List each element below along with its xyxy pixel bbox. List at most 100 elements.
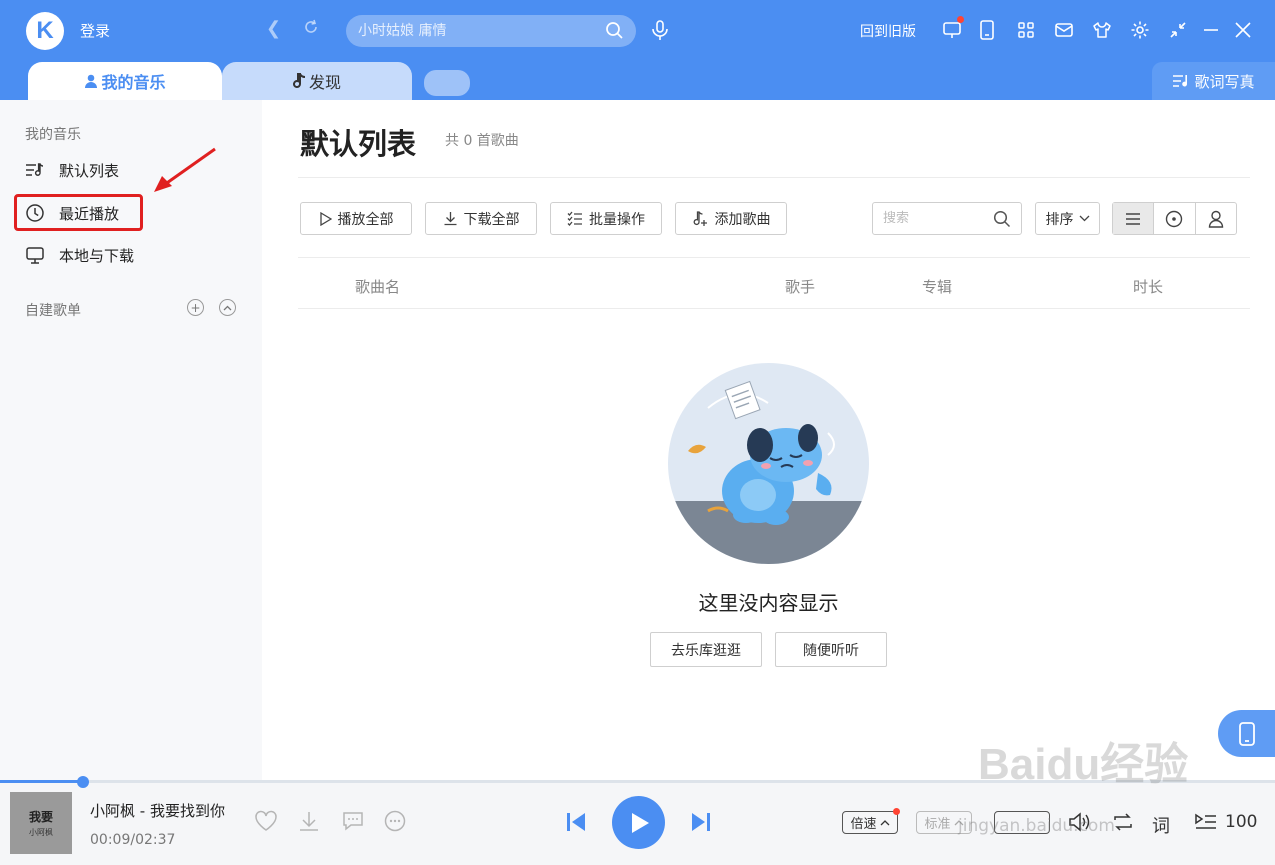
progress-fill xyxy=(0,780,83,783)
tab-discover[interactable]: 发现 xyxy=(222,62,412,100)
heart-icon[interactable] xyxy=(254,810,278,836)
watermark-url: jingyan.baidu.com xyxy=(958,816,1115,836)
phone-sync-button[interactable] xyxy=(1218,710,1275,757)
search-icon[interactable] xyxy=(605,21,624,44)
minimize-icon[interactable] xyxy=(1200,19,1222,41)
column-duration: 时长 xyxy=(1133,278,1164,296)
playback-speed-button[interactable]: 倍速 xyxy=(842,808,900,834)
settings-gear-icon[interactable] xyxy=(1129,19,1151,41)
tab-extra[interactable] xyxy=(424,70,470,96)
download-icon xyxy=(444,212,456,226)
empty-state-illustration xyxy=(668,363,869,564)
mic-icon[interactable] xyxy=(650,19,670,45)
sidebar-item-label: 默认列表 xyxy=(59,161,120,180)
list-search xyxy=(872,202,1022,235)
comment-icon[interactable] xyxy=(341,810,365,836)
download-all-label: 下载全部 xyxy=(463,211,520,228)
apps-grid-icon[interactable] xyxy=(1015,19,1037,41)
disc-icon xyxy=(1166,210,1183,227)
album-cover-artist: 小阿枫 xyxy=(29,828,53,837)
user-icon xyxy=(85,74,98,88)
column-album: 专辑 xyxy=(922,278,953,296)
add-song-button[interactable]: 添加歌曲 xyxy=(675,202,787,235)
playlist-queue-icon[interactable] xyxy=(1194,812,1218,836)
top-search xyxy=(346,15,636,47)
chevron-up-icon xyxy=(880,820,889,826)
column-artist: 歌手 xyxy=(785,278,816,296)
add-song-label: 添加歌曲 xyxy=(714,211,771,228)
close-icon[interactable] xyxy=(1232,19,1254,41)
annotation-highlight-box xyxy=(14,194,143,231)
sidebar-item-local-download[interactable]: 本地与下载 xyxy=(25,240,245,270)
lyrics-photo-label: 歌词写真 xyxy=(1194,72,1255,91)
batch-operation-label: 批量操作 xyxy=(589,211,645,228)
chevron-down-icon xyxy=(1079,215,1089,222)
app-logo[interactable]: K xyxy=(26,12,64,50)
play-button[interactable] xyxy=(612,796,665,849)
top-bar: K 登录 ❮ 回到旧版 我的音乐 xyxy=(0,0,1275,100)
random-listen-button[interactable]: 随便听听 xyxy=(775,632,887,667)
old-version-link[interactable]: 回到旧版 xyxy=(860,21,916,41)
phone-icon[interactable] xyxy=(976,19,998,41)
annotation-arrow-icon xyxy=(154,147,216,192)
list-icon xyxy=(1126,212,1141,225)
download-all-button[interactable]: 下载全部 xyxy=(425,202,537,235)
more-icon[interactable] xyxy=(384,810,406,836)
quality-label: 标准 xyxy=(924,817,951,832)
play-icon xyxy=(631,812,649,833)
playlist-icon xyxy=(26,163,44,176)
divider xyxy=(298,257,1250,258)
mini-mode-icon[interactable] xyxy=(1167,19,1189,41)
mail-icon[interactable] xyxy=(1053,19,1075,41)
top-search-input[interactable] xyxy=(358,15,598,47)
loop-mode-icon[interactable] xyxy=(1112,812,1134,836)
lyrics-toggle[interactable]: 词 xyxy=(1152,812,1170,838)
person-icon xyxy=(1208,210,1224,228)
skin-shirt-icon[interactable] xyxy=(1091,19,1113,41)
progress-handle[interactable] xyxy=(77,776,89,788)
album-cover-title: 我要 xyxy=(28,810,53,824)
lyrics-icon xyxy=(1173,75,1188,87)
sidebar: 我的音乐 默认列表 最近播放 本地与下载 自建歌单 + xyxy=(0,100,262,780)
previous-track-icon[interactable] xyxy=(565,811,587,837)
checklist-icon xyxy=(567,211,582,226)
tab-discover-label: 发现 xyxy=(308,73,341,92)
next-track-icon[interactable] xyxy=(690,811,712,837)
search-icon[interactable] xyxy=(993,210,1011,228)
sort-dropdown[interactable]: 排序 xyxy=(1035,202,1100,235)
collapse-icon[interactable] xyxy=(219,299,236,316)
music-note-icon xyxy=(293,73,306,88)
monitor-icon[interactable] xyxy=(941,16,964,41)
sort-label: 排序 xyxy=(1045,211,1074,228)
sidebar-item-label: 本地与下载 xyxy=(59,246,135,265)
watermark-logo: Baidu经验 xyxy=(978,740,1189,789)
list-search-input[interactable] xyxy=(883,203,993,234)
artist-view-button[interactable] xyxy=(1194,203,1236,234)
notification-dot xyxy=(957,16,964,23)
page-title: 默认列表 xyxy=(300,127,417,161)
lyrics-photo-button[interactable]: 歌词写真 xyxy=(1152,62,1275,100)
download-icon[interactable] xyxy=(298,810,320,836)
computer-icon xyxy=(26,247,44,264)
divider xyxy=(298,177,1250,178)
list-view-button[interactable] xyxy=(1113,203,1154,234)
sidebar-section-title: 我的音乐 xyxy=(25,127,81,143)
browse-library-button[interactable]: 去乐库逛逛 xyxy=(650,632,762,667)
album-view-button[interactable] xyxy=(1153,203,1194,234)
column-song-name: 歌曲名 xyxy=(355,278,401,296)
login-button[interactable]: 登录 xyxy=(80,20,110,41)
tab-my-music[interactable]: 我的音乐 xyxy=(28,62,222,100)
divider xyxy=(298,308,1250,309)
album-cover[interactable]: 我要 小阿枫 xyxy=(10,792,72,854)
sad-mascot-icon xyxy=(668,380,869,564)
play-all-button[interactable]: 播放全部 xyxy=(300,202,412,235)
empty-state-text: 这里没内容显示 xyxy=(698,591,839,615)
now-playing-time: 00:09/02:37 xyxy=(90,832,176,848)
batch-operation-button[interactable]: 批量操作 xyxy=(550,202,662,235)
now-playing-title[interactable]: 小阿枫 - 我要找到你 xyxy=(90,800,225,821)
play-all-label: 播放全部 xyxy=(337,211,394,228)
song-count: 共 0 首歌曲 xyxy=(445,133,519,149)
refresh-icon[interactable] xyxy=(302,18,320,41)
add-playlist-icon[interactable]: + xyxy=(187,299,204,316)
back-arrow-icon[interactable]: ❮ xyxy=(266,18,281,39)
